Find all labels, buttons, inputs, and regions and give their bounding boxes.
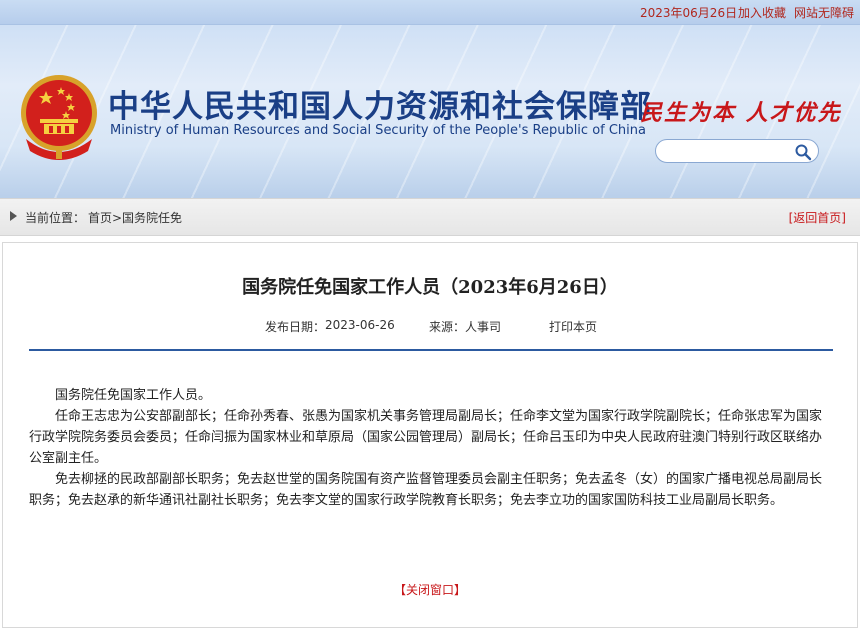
site-title-cn: 中华人民共和国人力资源和社会保障部 [108,89,652,125]
source-value: 人事司 [465,320,502,334]
breadcrumb: 当前位置： 首页>国务院任免 [返回首页] [0,198,860,236]
header-banner: 中华人民共和国人力资源和社会保障部 Ministry of Human Reso… [0,25,860,198]
breadcrumb-path[interactable]: 首页>国务院任免 [88,209,182,226]
paragraph: 任命王志忠为公安部副部长；任命孙秀春、张愚为国家机关事务管理局副局长；任命李文堂… [29,409,823,466]
title-divider [29,349,833,351]
article-panel: 国务院任免国家工作人员（2023年6月26日） 发布日期： 2023-06-26… [2,242,858,628]
accessibility-link[interactable]: 网站无障碍 [794,4,854,21]
site-title-en: Ministry of Human Resources and Social S… [110,123,646,138]
publish-date: 2023-06-26 [325,318,395,332]
back-home-link[interactable]: [返回首页] [789,209,846,226]
paragraph: 免去柳拯的民政部副部长职务；免去赵世堂的国务院国有资产监督管理委员会副主任职务；… [29,472,823,508]
paragraph: 国务院任免国家工作人员。 [55,388,212,403]
close-window-link[interactable]: 【关闭窗口】 [3,581,857,598]
publish-label: 发布日期： [265,320,326,334]
breadcrumb-label: 当前位置： [25,211,86,225]
national-emblem-icon [21,75,97,160]
add-bookmark-link[interactable]: 加入收藏 [738,4,786,21]
slogan: 民生为本 人才优先 [640,100,842,126]
search-input[interactable] [666,143,790,161]
article-title: 国务院任免国家工作人员（2023年6月26日） [242,277,618,298]
top-bar: 2023年06月26日 加入收藏 网站无障碍 [0,0,860,25]
current-date: 2023年06月26日 [640,6,738,20]
search-icon[interactable] [794,143,812,161]
article-body: 国务院任免国家工作人员。 任命王志忠为公安部副部长；任命孙秀春、张愚为国家机关事… [29,385,833,511]
triangle-right-icon [10,211,17,221]
search-box [655,139,819,163]
print-page-link[interactable]: 打印本页 [549,318,597,335]
source-label: 来源： [429,320,466,334]
